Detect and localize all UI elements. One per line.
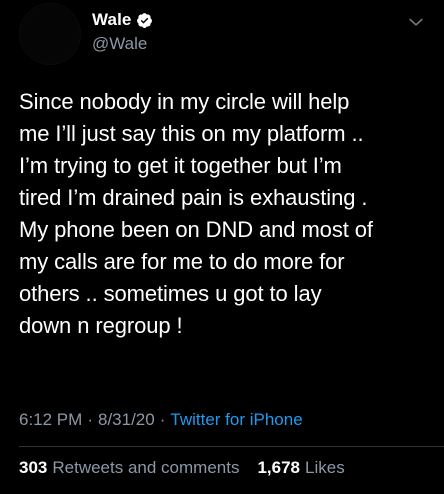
avatar[interactable] xyxy=(19,3,81,65)
tweet-date[interactable]: 8/31/20 xyxy=(98,410,155,430)
likes-label[interactable]: Likes xyxy=(305,458,345,478)
author-name-row: Wale xyxy=(92,10,153,30)
tweet: Wale @Wale Since nobody in my circle wil… xyxy=(0,0,444,494)
retweets-count[interactable]: 303 xyxy=(19,458,47,478)
divider xyxy=(19,446,444,447)
author-handle[interactable]: @Wale xyxy=(92,34,147,54)
likes-count[interactable]: 1,678 xyxy=(257,458,300,478)
tweet-meta: 6:12 PM · 8/31/20 · Twitter for iPhone xyxy=(19,410,303,430)
meta-separator: · xyxy=(159,410,166,429)
author-display-name[interactable]: Wale xyxy=(92,10,131,30)
tweet-stats: 303 Retweets and comments 1,678 Likes xyxy=(19,458,345,478)
verified-badge-icon xyxy=(136,12,153,29)
tweet-source-link[interactable]: Twitter for iPhone xyxy=(170,410,302,430)
meta-separator: · xyxy=(87,410,93,429)
retweets-label[interactable]: Retweets and comments xyxy=(52,458,239,478)
tweet-text: Since nobody in my circle will help me I… xyxy=(19,89,373,338)
chevron-down-icon[interactable] xyxy=(406,12,426,32)
tweet-time[interactable]: 6:12 PM xyxy=(19,410,82,430)
